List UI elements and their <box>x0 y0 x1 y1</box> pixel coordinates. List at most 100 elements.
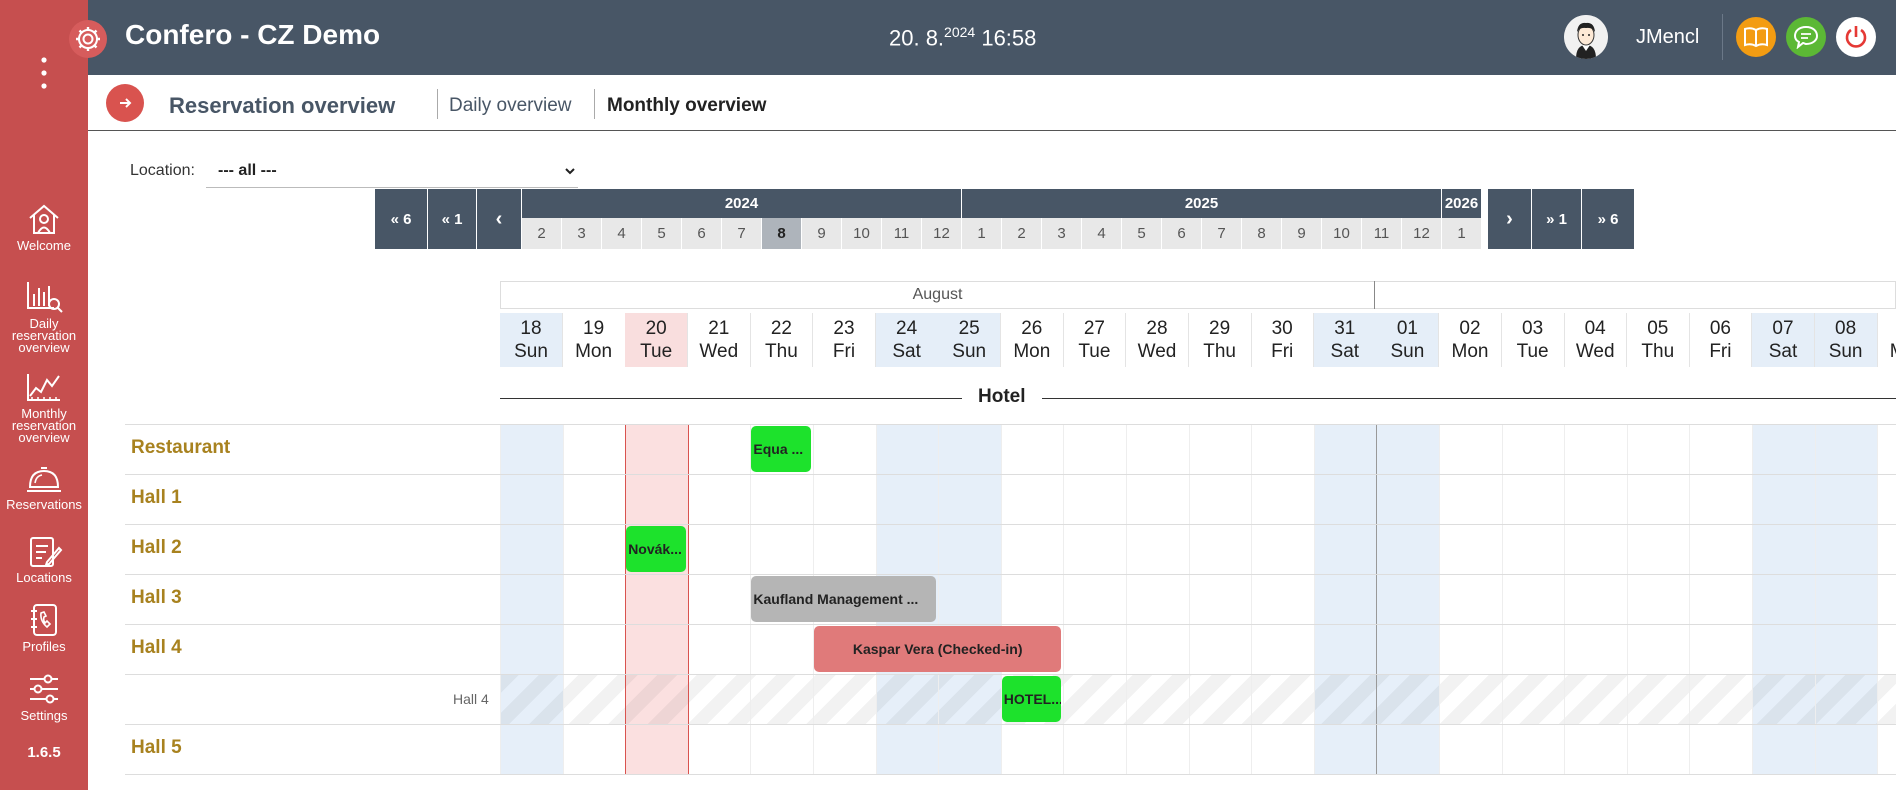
day-header: 21 Wed <box>688 313 751 367</box>
location-label: Location: <box>130 162 195 179</box>
day-header: 23 Fri <box>813 313 876 367</box>
day-header: 25 Sun <box>938 313 1002 367</box>
day-number: 31 <box>1334 318 1356 339</box>
day-number: 30 <box>1271 318 1293 339</box>
sidebar-item-welcome[interactable]: Welcome <box>0 202 88 252</box>
grid-column-line <box>1689 424 1691 774</box>
sidebar-item-daily-overview[interactable]: Daily reservation overview <box>0 278 88 354</box>
day-name: Fri <box>832 341 856 362</box>
avatar[interactable] <box>1564 15 1608 59</box>
month-button[interactable]: 5 <box>1122 218 1162 249</box>
sidebar-item-label: Daily reservation overview <box>11 316 77 355</box>
month-button[interactable]: 7 <box>722 218 762 249</box>
grid-column-line <box>1501 424 1503 774</box>
month-button[interactable]: 3 <box>1042 218 1082 249</box>
month-button[interactable]: 12 <box>922 218 962 249</box>
forward-6-months-button[interactable]: » 6 <box>1582 189 1634 249</box>
tab-daily-overview[interactable]: Daily overview <box>449 95 571 117</box>
month-button[interactable]: 4 <box>602 218 642 249</box>
month-button[interactable]: 2 <box>522 218 562 249</box>
month-button[interactable]: 10 <box>842 218 882 249</box>
day-name: Tue <box>1516 341 1549 362</box>
logout-button[interactable] <box>1836 17 1876 57</box>
sidebar-item-label: Welcome <box>17 238 71 253</box>
row-line <box>125 474 1896 475</box>
day-number: 22 <box>770 318 792 339</box>
month-button[interactable]: 11 <box>1362 218 1402 249</box>
back-1-month-button[interactable]: « 1 <box>428 189 477 249</box>
prev-button[interactable]: ‹ <box>477 189 522 249</box>
sidebar-item-locations[interactable]: Locations <box>0 534 88 584</box>
month-button[interactable]: 10 <box>1322 218 1362 249</box>
month-button[interactable]: 3 <box>562 218 602 249</box>
kebab-menu-icon[interactable] <box>38 56 50 90</box>
double-chevron-left-icon: « <box>441 210 450 228</box>
month-button[interactable]: 6 <box>1162 218 1202 249</box>
grid-column-line <box>1564 424 1566 774</box>
month-label: August <box>912 286 963 303</box>
day-name: Sat <box>1768 341 1798 362</box>
tab-monthly-overview[interactable]: Monthly overview <box>607 95 766 117</box>
month-button[interactable]: 9 <box>802 218 842 249</box>
day-name: Thu <box>1203 341 1236 362</box>
location-select[interactable]: --- all --- <box>206 154 578 188</box>
day-header: 01 Sun <box>1376 313 1440 367</box>
clipboard-icon <box>30 537 63 567</box>
reservation-block[interactable]: Kaufland Management ... <box>751 576 937 622</box>
day-number: 24 <box>896 318 918 339</box>
day-number: 27 <box>1083 318 1105 339</box>
reservation-block[interactable]: Novák... <box>626 526 686 572</box>
row-line <box>125 774 1896 775</box>
row-line <box>125 724 1896 725</box>
month-button[interactable]: 2 <box>1002 218 1042 249</box>
month-button[interactable]: 6 <box>682 218 722 249</box>
settings-gear-button[interactable] <box>69 20 107 58</box>
month-button[interactable]: 5 <box>642 218 682 249</box>
clock-year: 2024 <box>944 24 976 40</box>
month-button[interactable]: 12 <box>1402 218 1442 249</box>
app-title: Confero - CZ Demo <box>125 19 381 50</box>
reservation-block[interactable]: Equa ... <box>751 426 811 472</box>
day-number: 01 <box>1396 318 1418 339</box>
back-6-label: 6 <box>403 210 412 228</box>
grid-column-line <box>500 424 501 774</box>
sidebar-item-label: Locations <box>16 570 72 585</box>
month-button[interactable]: 9 <box>1282 218 1322 249</box>
sidebar-item-reservations[interactable]: Reservations <box>0 463 88 511</box>
day-number: 21 <box>708 318 730 339</box>
page-title: Reservation overview <box>169 93 396 118</box>
next-button[interactable]: › <box>1488 189 1532 249</box>
section-label: Hotel <box>962 386 1042 408</box>
month-button[interactable]: 7 <box>1202 218 1242 249</box>
month-button[interactable]: 1 <box>962 218 1002 249</box>
month-button[interactable]: 8 <box>762 218 802 249</box>
username[interactable]: JMencl <box>1636 26 1699 49</box>
reservation-block[interactable]: Kaspar Vera (Checked-in) <box>814 626 1062 672</box>
reservation-block[interactable]: HOTEL... <box>1001 676 1062 722</box>
day-header: 08 Sun <box>1814 313 1878 367</box>
chat-button[interactable] <box>1786 17 1826 57</box>
tab-separator <box>594 89 595 119</box>
back-button[interactable] <box>106 84 144 122</box>
day-name: Tue <box>640 341 673 362</box>
day-name: Tue <box>1078 341 1111 362</box>
day-number: 09 <box>1877 317 1896 340</box>
day-number: 23 <box>833 318 855 339</box>
app-version: 1.6.5 <box>27 744 61 761</box>
sidebar-item-profiles[interactable]: Profiles <box>0 603 88 653</box>
sidebar-item-monthly-overview[interactable]: Monthly reservation overview <box>0 370 88 444</box>
month-button[interactable]: 1 <box>1442 218 1482 249</box>
forward-1-month-button[interactable]: » 1 <box>1532 189 1582 249</box>
month-button[interactable]: 4 <box>1082 218 1122 249</box>
manual-button[interactable] <box>1736 17 1776 57</box>
month-button[interactable]: 11 <box>882 218 922 249</box>
back-6-months-button[interactable]: « 6 <box>375 189 428 249</box>
day-name: Thu <box>1641 341 1675 362</box>
day-name: Fri <box>1709 341 1732 362</box>
sub-header: Reservation overview Daily overview Mont… <box>88 75 1896 131</box>
day-name: Mon <box>1451 341 1489 362</box>
sidebar-item-settings[interactable]: Settings <box>0 672 88 722</box>
month-button[interactable]: 8 <box>1242 218 1282 249</box>
section-line <box>500 398 1896 399</box>
day-name: Sat <box>1330 341 1360 362</box>
